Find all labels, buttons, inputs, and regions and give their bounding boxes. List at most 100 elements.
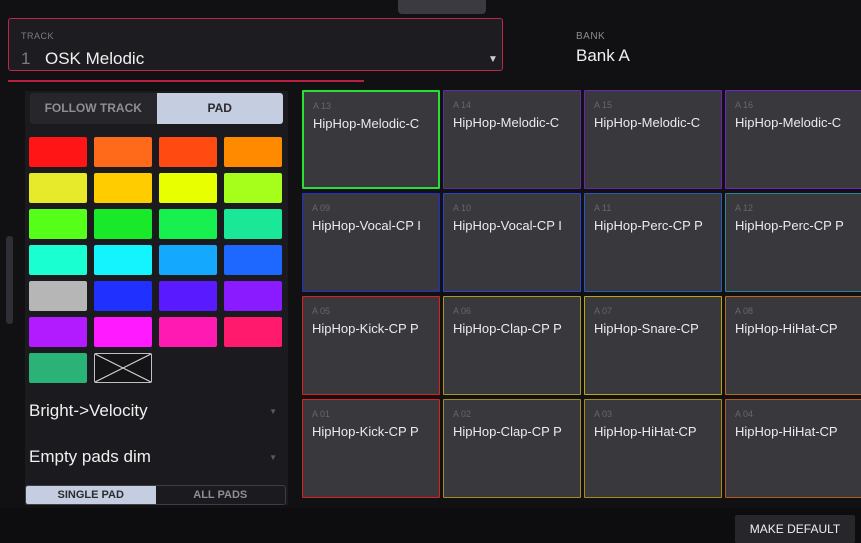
color-swatch[interactable] xyxy=(29,317,87,347)
brightness-dropdown[interactable]: Bright->Velocity ▼ xyxy=(27,397,277,425)
color-swatch[interactable] xyxy=(29,137,87,167)
color-swatch[interactable] xyxy=(159,173,217,203)
pad-name: HipHop-Clap-CP P xyxy=(453,321,562,336)
color-swatch[interactable] xyxy=(94,317,152,347)
color-swatch[interactable] xyxy=(94,209,152,239)
pad-id: A 10 xyxy=(453,203,472,213)
pad[interactable]: A 12 HipHop-Perc-CP P xyxy=(725,193,861,292)
pad[interactable]: A 14 HipHop-Melodic-C xyxy=(443,90,581,189)
color-swatch[interactable] xyxy=(224,209,282,239)
side-drawer-handle[interactable] xyxy=(6,236,13,324)
color-swatch[interactable] xyxy=(29,209,87,239)
pad-id: A 11 xyxy=(594,203,612,213)
pad-id: A 03 xyxy=(594,409,613,419)
pad-id: A 12 xyxy=(735,203,754,213)
pad-name: HipHop-HiHat-CP xyxy=(735,321,838,336)
color-swatch[interactable] xyxy=(159,317,217,347)
pad-name: HipHop-Vocal-CP I xyxy=(312,218,421,233)
pad-name: HipHop-HiHat-CP xyxy=(594,424,697,439)
color-panel: FOLLOW TRACK PAD Bright->Velocity ▼ Empt… xyxy=(25,91,288,505)
color-swatch[interactable] xyxy=(224,281,282,311)
pad-name: HipHop-Perc-CP P xyxy=(735,218,844,233)
pad-grid: A 13 HipHop-Melodic-C A 14 HipHop-Melodic-C… xyxy=(302,90,861,499)
pad[interactable]: A 06 HipHop-Clap-CP P xyxy=(443,296,581,395)
pad-id: A 05 xyxy=(312,306,331,316)
color-swatch[interactable] xyxy=(159,281,217,311)
pad[interactable]: A 01 HipHop-Kick-CP P xyxy=(302,399,440,498)
pad-name: HipHop-Clap-CP P xyxy=(453,424,562,439)
pad-id: A 06 xyxy=(453,306,472,316)
color-swatch[interactable] xyxy=(94,281,152,311)
pad-id: A 13 xyxy=(313,101,332,111)
track-number: 1 xyxy=(21,49,31,68)
empty-pads-dropdown-value: Empty pads dim xyxy=(29,447,151,466)
pad-name: HipHop-Perc-CP P xyxy=(594,218,703,233)
single-pad-button[interactable]: SINGLE PAD xyxy=(26,486,156,504)
pad[interactable]: A 02 HipHop-Clap-CP P xyxy=(443,399,581,498)
pad[interactable]: A 09 HipHop-Vocal-CP I xyxy=(302,193,440,292)
pad-name: HipHop-Melodic-C xyxy=(453,115,560,130)
color-mode-toggle: FOLLOW TRACK PAD xyxy=(30,93,283,124)
pad-name: HipHop-Melodic-C xyxy=(735,115,842,130)
color-swatch[interactable] xyxy=(94,173,152,203)
color-swatch[interactable] xyxy=(29,353,87,383)
color-swatch[interactable] xyxy=(94,137,152,167)
pad[interactable]: A 07 HipHop-Snare-CP xyxy=(584,296,722,395)
dropdown-arrow-icon: ▼ xyxy=(269,407,277,416)
bank-label: BANK xyxy=(576,31,606,42)
color-swatch[interactable] xyxy=(159,137,217,167)
pad-mode-toggle: SINGLE PAD ALL PADS xyxy=(25,485,286,505)
track-underline xyxy=(8,80,364,82)
pad-name: HipHop-Vocal-CP I xyxy=(453,218,562,233)
pad-id: A 04 xyxy=(735,409,754,419)
pad[interactable]: A 08 HipHop-HiHat-CP xyxy=(725,296,861,395)
pad-id: A 07 xyxy=(594,306,613,316)
bank-name[interactable]: Bank A xyxy=(576,46,630,66)
pad-id: A 08 xyxy=(735,306,754,316)
bottom-bar xyxy=(0,508,861,543)
pad-name: HipHop-Melodic-C xyxy=(594,115,701,130)
track-label: TRACK xyxy=(21,31,55,41)
pad[interactable]: A 05 HipHop-Kick-CP P xyxy=(302,296,440,395)
color-swatch[interactable] xyxy=(159,245,217,275)
color-swatch[interactable] xyxy=(159,209,217,239)
color-swatch[interactable] xyxy=(29,281,87,311)
pad[interactable]: A 11 HipHop-Perc-CP P xyxy=(584,193,722,292)
track-selector[interactable]: TRACK 1 OSK Melodic ▼ xyxy=(8,18,503,71)
pad[interactable]: A 03 HipHop-HiHat-CP xyxy=(584,399,722,498)
pad-id: A 16 xyxy=(735,100,754,110)
top-drawer-handle[interactable] xyxy=(398,0,486,14)
pad-name: HipHop-HiHat-CP xyxy=(735,424,838,439)
pad[interactable]: A 10 HipHop-Vocal-CP I xyxy=(443,193,581,292)
empty-pads-dropdown[interactable]: Empty pads dim ▼ xyxy=(27,443,277,471)
color-swatch[interactable] xyxy=(29,173,87,203)
pad-id: A 14 xyxy=(453,100,472,110)
no-color-swatch[interactable] xyxy=(94,353,152,383)
dropdown-arrow-icon: ▼ xyxy=(269,453,277,462)
brightness-dropdown-value: Bright->Velocity xyxy=(29,401,148,420)
pad-name: HipHop-Snare-CP xyxy=(594,321,699,336)
pad-color-button[interactable]: PAD xyxy=(156,93,283,124)
pad-id: A 01 xyxy=(312,409,331,419)
color-swatch[interactable] xyxy=(224,317,282,347)
pad[interactable]: A 04 HipHop-HiHat-CP xyxy=(725,399,861,498)
color-swatch[interactable] xyxy=(29,245,87,275)
dropdown-arrow-icon: ▼ xyxy=(488,54,498,65)
pad-name: HipHop-Melodic-C xyxy=(313,116,420,131)
color-swatch[interactable] xyxy=(224,137,282,167)
pad-id: A 02 xyxy=(453,409,472,419)
pad[interactable]: A 16 HipHop-Melodic-C xyxy=(725,90,861,189)
color-swatch[interactable] xyxy=(224,173,282,203)
follow-track-button[interactable]: FOLLOW TRACK xyxy=(30,93,157,124)
pad-name: HipHop-Kick-CP P xyxy=(312,321,419,336)
pad[interactable]: A 13 HipHop-Melodic-C xyxy=(302,90,440,189)
pad-id: A 09 xyxy=(312,203,331,213)
pad[interactable]: A 15 HipHop-Melodic-C xyxy=(584,90,722,189)
make-default-button[interactable]: MAKE DEFAULT xyxy=(735,515,855,543)
color-swatch[interactable] xyxy=(94,245,152,275)
pad-name: HipHop-Kick-CP P xyxy=(312,424,419,439)
track-name: OSK Melodic xyxy=(45,49,145,68)
all-pads-button[interactable]: ALL PADS xyxy=(155,486,285,504)
color-swatch[interactable] xyxy=(224,245,282,275)
pad-id: A 15 xyxy=(594,100,613,110)
